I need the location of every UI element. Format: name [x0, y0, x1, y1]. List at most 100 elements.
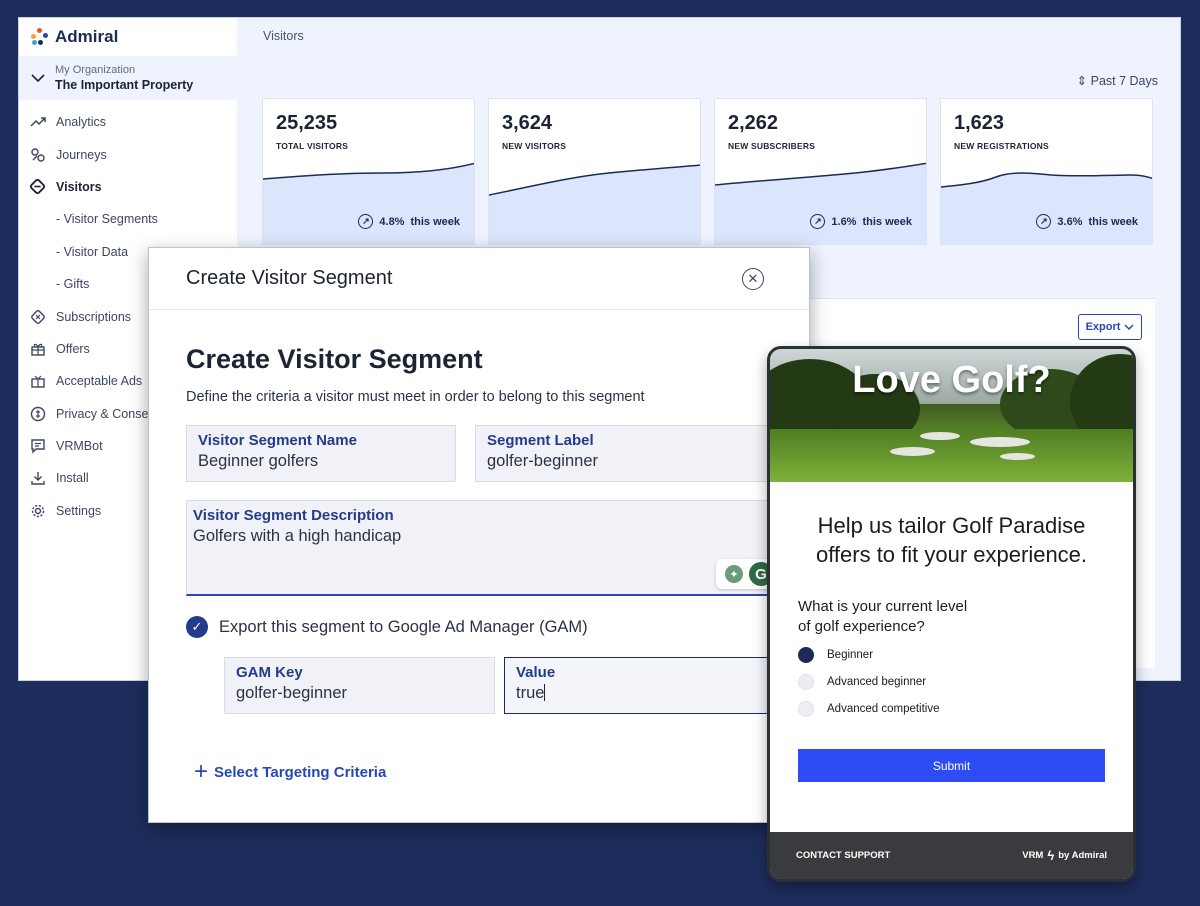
export-button[interactable]: Export [1078, 314, 1142, 340]
gam-value-input[interactable]: true [516, 684, 783, 703]
close-icon: ✕ [747, 271, 759, 286]
journeys-icon [29, 146, 46, 163]
option-beginner[interactable]: Beginner [798, 647, 873, 663]
option-label: Advanced competitive [827, 703, 940, 715]
sidebar-item-label: Settings [56, 503, 102, 518]
option-advanced-competitive[interactable]: Advanced competitive [798, 701, 940, 717]
select-targeting-criteria-button[interactable]: + Select Targeting Criteria [194, 760, 386, 784]
create-segment-modal: Create Visitor Segment ✕ Create Visitor … [148, 247, 810, 823]
checkbox-checked-icon[interactable]: ✓ [186, 616, 208, 638]
trend-up-icon: ↗ [1036, 214, 1052, 229]
hero-title: Love Golf? [852, 359, 1051, 401]
trend-up-icon: ↗ [358, 214, 374, 229]
sidebar-item-journeys[interactable]: Journeys [19, 138, 237, 170]
sidebar-item-label: Subscriptions [56, 309, 132, 324]
segment-description-input[interactable]: Golfers with a high handicap [193, 527, 788, 546]
bunker [1000, 453, 1035, 460]
segment-name-field[interactable]: Visitor Segment Name Beginner golfers [186, 425, 456, 482]
stat-label: NEW REGISTRATIONS [954, 141, 1049, 151]
stat-card-new-visitors[interactable]: 3,624 NEW VISITORS [488, 98, 701, 245]
field-label: Segment Label [487, 432, 594, 449]
sidebar-item-label: Journeys [56, 147, 107, 162]
sidebar-item-label: Privacy & Conse [56, 406, 149, 421]
trend-percent: 1.6% [831, 215, 857, 228]
golf-course-image: Love Golf? [770, 349, 1133, 482]
golf-survey-popup: Love Golf? Help us tailor Golf Paradise … [767, 346, 1136, 882]
stat-trend: ↗ 4.8% this week [358, 214, 460, 229]
gam-key-field[interactable]: GAM Key golfer-beginner [224, 657, 495, 714]
stat-value: 2,262 [728, 112, 779, 134]
sidebar-item-label: - Gifts [56, 277, 90, 292]
stat-card-new-registrations[interactable]: 1,623 NEW REGISTRATIONS ↗ 3.6% this week [940, 98, 1153, 245]
segment-label-input[interactable]: golfer-beginner [487, 452, 783, 471]
radio-selected-icon[interactable] [798, 647, 814, 663]
gam-value-field[interactable]: Value true [504, 657, 795, 714]
survey-question-line: of golf experience? [798, 618, 925, 635]
trend-text: this week [410, 215, 460, 228]
stat-card-total-visitors[interactable]: 25,235 TOTAL VISITORS ↗ 4.8% this week [262, 98, 475, 245]
field-label: Visitor Segment Name [198, 432, 357, 449]
survey-heading-line: Help us tailor Golf Paradise [817, 513, 1086, 538]
stat-trend: ↗ 3.6% this week [1036, 214, 1138, 229]
org-switcher[interactable]: My Organization The Important Property [19, 56, 237, 100]
stat-label: NEW VISITORS [502, 141, 567, 151]
chevron-down-icon [1124, 323, 1134, 330]
submit-button[interactable]: Submit [798, 749, 1105, 782]
stat-cards: 25,235 TOTAL VISITORS ↗ 4.8% this week 3… [262, 98, 1153, 245]
vrm-brand: VRM ϟ by Admiral [1022, 848, 1107, 863]
export-gam-label: Export this segment to Google Ad Manager… [219, 617, 588, 636]
form-title: Create Visitor Segment [186, 344, 483, 374]
gam-value-text: true [516, 684, 545, 702]
brand-logo[interactable]: Admiral [19, 18, 237, 56]
download-icon [29, 470, 46, 487]
property-name: The Important Property [55, 78, 194, 92]
trend-percent: 4.8% [379, 215, 405, 228]
sidebar-item-label: Visitors [56, 179, 102, 194]
survey-question-line: What is your current level [798, 598, 968, 615]
sidebar-item-label: Analytics [56, 115, 107, 130]
date-range-label: Past 7 Days [1090, 74, 1158, 88]
field-label: GAM Key [236, 664, 303, 681]
brand-name: Admiral [55, 27, 119, 46]
sparkline [715, 162, 926, 244]
stat-card-new-subscribers[interactable]: 2,262 NEW SUBSCRIBERS ↗ 1.6% this week [714, 98, 927, 245]
trend-icon [29, 114, 46, 131]
date-range-selector[interactable]: ⇕ Past 7 Days [1077, 73, 1158, 88]
close-button[interactable]: ✕ [742, 268, 764, 290]
admiral-logo-icon [31, 28, 49, 46]
option-advanced-beginner[interactable]: Advanced beginner [798, 674, 926, 690]
survey-heading-line: offers to fit your experience. [815, 542, 1088, 567]
export-gam-option[interactable]: ✓ Export this segment to Google Ad Manag… [186, 616, 588, 638]
option-label: Beginner [827, 649, 874, 661]
stat-value: 1,623 [954, 112, 1005, 134]
bunker [970, 437, 1030, 447]
segment-name-input[interactable]: Beginner golfers [198, 452, 444, 471]
radio-unselected-icon[interactable] [798, 701, 814, 717]
sidebar-item-label: Offers [56, 341, 90, 356]
sidebar-item-visitors[interactable]: Visitors [19, 171, 237, 203]
sidebar-item-label: Install [56, 471, 89, 486]
sparkline [941, 172, 1152, 244]
radio-unselected-icon[interactable] [798, 674, 814, 690]
bunker [890, 447, 935, 456]
lightning-icon: ϟ [1047, 848, 1055, 863]
subscriptions-icon [29, 308, 46, 325]
lightbulb-icon[interactable]: ✦ [725, 565, 743, 583]
submit-label: Submit [932, 758, 971, 773]
sidebar-item-analytics[interactable]: Analytics [19, 106, 237, 138]
sidebar-item-label: - Visitor Data [56, 244, 129, 259]
contact-support-link[interactable]: CONTACT SUPPORT [796, 850, 890, 861]
segment-description-field[interactable]: Visitor Segment Description Golfers with… [186, 500, 795, 596]
trend-percent: 3.6% [1057, 215, 1083, 228]
add-criteria-label: Select Targeting Criteria [214, 763, 387, 781]
export-label: Export [1085, 321, 1121, 333]
stat-value: 25,235 [276, 112, 338, 134]
segment-label-field[interactable]: Segment Label golfer-beginner [475, 425, 795, 482]
sidebar-item-visitor-segments[interactable]: - Visitor Segments [19, 203, 237, 235]
modal-header: Create Visitor Segment ✕ [149, 248, 809, 310]
gam-key-input[interactable]: golfer-beginner [236, 684, 483, 703]
option-label: Advanced beginner [827, 676, 927, 688]
trend-up-icon: ↗ [810, 214, 826, 229]
org-label: My Organization [55, 64, 136, 76]
offers-icon [29, 340, 46, 357]
